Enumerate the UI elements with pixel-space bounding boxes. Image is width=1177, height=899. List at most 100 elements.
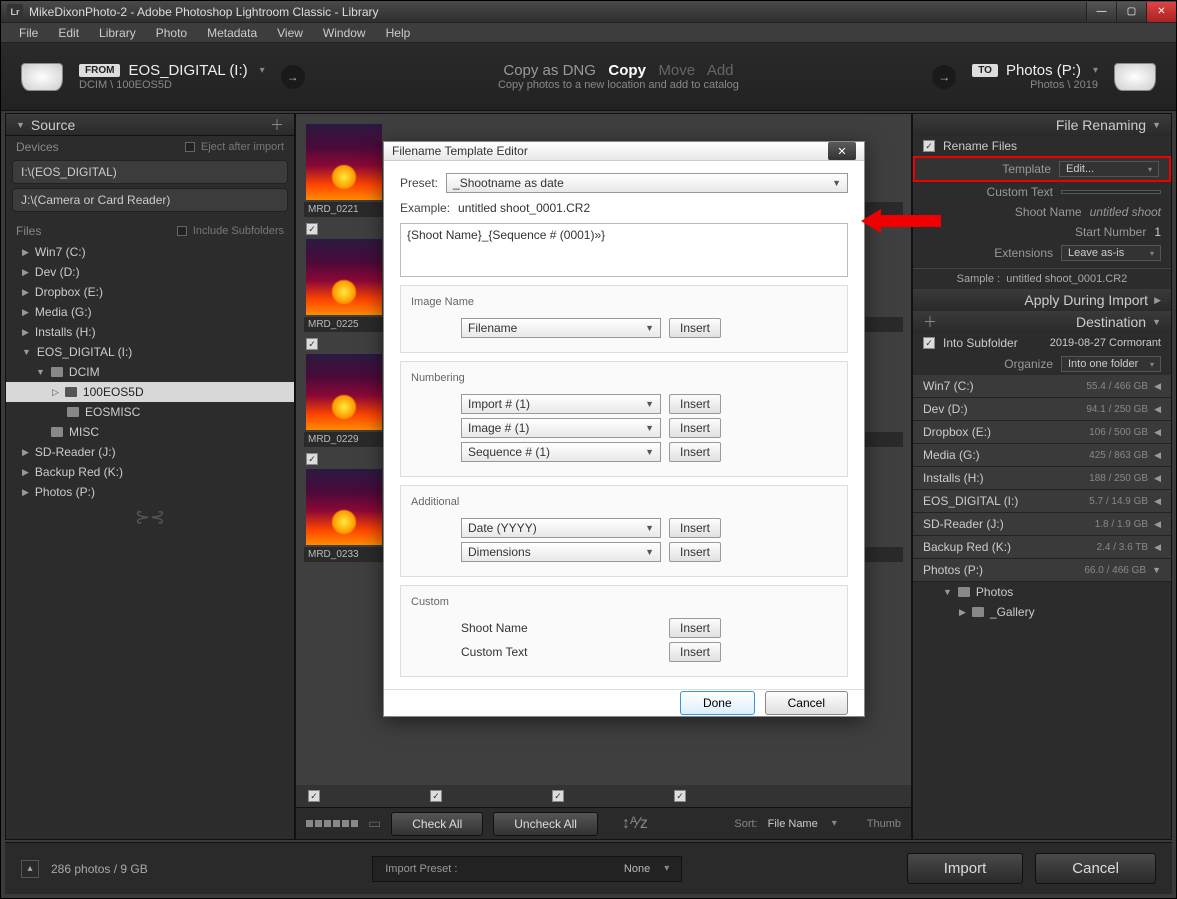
token-textarea[interactable]: {Shoot Name}_{Sequence # (0001)»} [400,223,848,277]
dest-drive[interactable]: Backup Red (K:)2.4 / 3.6 TB◀ [913,536,1171,559]
import-preset-value[interactable]: None [624,863,650,875]
shoot-name-value[interactable]: untitled shoot [1090,205,1161,219]
image-num-select[interactable]: Image # (1)▼ [461,418,661,438]
thumb-checkbox[interactable]: ✓ [306,453,318,465]
rename-files-checkbox[interactable]: ✓ [923,140,935,152]
insert-button[interactable]: Insert [669,394,721,414]
tree-item[interactable]: ▼Photos [913,582,1171,602]
tree-item[interactable]: MISC [6,422,294,442]
maximize-button[interactable]: ▢ [1116,2,1146,22]
uncheck-all-button[interactable]: Uncheck All [493,812,598,836]
copy-mode-selector[interactable]: Copy as DNG Copy Move Add Copy photos to… [321,62,917,91]
mode-copy[interactable]: Copy [608,62,646,79]
mode-add[interactable]: Add [707,62,734,79]
strip-checkbox[interactable]: ✓ [430,790,442,802]
insert-button[interactable]: Insert [669,542,721,562]
tree-item[interactable]: ▶_Gallery [913,602,1171,622]
filename-select[interactable]: Filename▼ [461,318,661,338]
menu-edit[interactable]: Edit [48,24,89,42]
dest-drive[interactable]: Dropbox (E:)106 / 500 GB◀ [913,421,1171,444]
subfolder-checkbox[interactable]: ✓ [923,337,935,349]
subfolder-value[interactable]: 2019-08-27 Cormorant [1050,337,1161,349]
tree-item[interactable]: EOSMISC [6,402,294,422]
dest-drive[interactable]: SD-Reader (J:)1.8 / 1.9 GB◀ [913,513,1171,536]
thumbnail[interactable] [306,469,382,545]
tree-item[interactable]: ▶Win7 (C:) [6,242,294,262]
strip-checkbox[interactable]: ✓ [674,790,686,802]
tree-item[interactable]: ▶Dev (D:) [6,262,294,282]
dest-drive[interactable]: Win7 (C:)55.4 / 466 GB◀ [913,375,1171,398]
thumb-checkbox[interactable]: ✓ [306,338,318,350]
menu-help[interactable]: Help [376,24,421,42]
file-renaming-header[interactable]: File Renaming▼ [913,114,1171,136]
tree-item[interactable]: ▼DCIM [6,362,294,382]
tree-item[interactable]: ▶Photos (P:) [6,482,294,502]
dialog-close-button[interactable]: ✕ [828,142,856,160]
menu-view[interactable]: View [267,24,313,42]
import-num-select[interactable]: Import # (1)▼ [461,394,661,414]
menu-photo[interactable]: Photo [146,24,197,42]
menu-file[interactable]: File [9,24,48,42]
insert-button[interactable]: Insert [669,642,721,662]
dest-drive[interactable]: Installs (H:)188 / 250 GB◀ [913,467,1171,490]
device-row[interactable]: J:\(Camera or Card Reader) [12,188,288,212]
insert-button[interactable]: Insert [669,442,721,462]
organize-select[interactable]: Into one folder▾ [1061,356,1161,372]
import-button[interactable]: Import [907,853,1024,884]
dest-drive[interactable]: EOS_DIGITAL (I:)5.7 / 14.9 GB◀ [913,490,1171,513]
menu-window[interactable]: Window [313,24,376,42]
minimize-button[interactable]: — [1086,2,1116,22]
source-panel-header[interactable]: ▼Source＋ [6,114,294,136]
device-row[interactable]: I:\(EOS_DIGITAL) [12,160,288,184]
sort-order-icon[interactable]: ↕ᴬ⁄ᴢ [622,815,648,833]
strip-checkbox[interactable]: ✓ [552,790,564,802]
template-select[interactable]: Edit...▾ [1059,161,1159,177]
cancel-button[interactable]: Cancel [1035,853,1156,884]
mode-move[interactable]: Move [658,62,695,79]
dest-drive[interactable]: Photos (P:)66.0 / 466 GB▼ [913,559,1171,582]
from-location[interactable]: EOS_DIGITAL (I:) [128,62,247,79]
dest-drive[interactable]: Dev (D:)94.1 / 250 GB◀ [913,398,1171,421]
seq-num-select[interactable]: Sequence # (1)▼ [461,442,661,462]
sort-value[interactable]: File Name [768,818,818,830]
insert-button[interactable]: Insert [669,518,721,538]
add-source-button[interactable]: ＋ [270,115,284,135]
insert-button[interactable]: Insert [669,318,721,338]
expand-up-button[interactable]: ▴ [21,860,39,878]
include-sub-checkbox[interactable] [177,226,187,236]
tree-item[interactable]: ▶Backup Red (K:) [6,462,294,482]
tree-item[interactable]: ▶Installs (H:) [6,322,294,342]
single-view-icon[interactable]: ▭ [368,815,381,832]
check-all-button[interactable]: Check All [391,812,483,836]
thumbnail[interactable] [306,239,382,315]
insert-button[interactable]: Insert [669,618,721,638]
tree-item[interactable]: ▶Media (G:) [6,302,294,322]
cancel-button[interactable]: Cancel [765,691,848,715]
insert-button[interactable]: Insert [669,418,721,438]
date-select[interactable]: Date (YYYY)▼ [461,518,661,538]
tree-item[interactable]: ▶Dropbox (E:) [6,282,294,302]
menu-metadata[interactable]: Metadata [197,24,267,42]
done-button[interactable]: Done [680,691,755,715]
strip-checkbox[interactable]: ✓ [308,790,320,802]
apply-during-import-header[interactable]: Apply During Import▶ [913,289,1171,311]
start-number-value[interactable]: 1 [1154,225,1161,239]
thumbnail[interactable] [306,354,382,430]
tree-item[interactable]: ▼EOS_DIGITAL (I:) [6,342,294,362]
eject-checkbox[interactable] [185,142,195,152]
to-location[interactable]: Photos (P:) [1006,62,1081,79]
dimensions-select[interactable]: Dimensions▼ [461,542,661,562]
dest-drive[interactable]: Media (G:)425 / 863 GB◀ [913,444,1171,467]
tree-item-selected[interactable]: ▷100EOS5D [6,382,294,402]
grid-view-icon[interactable] [306,820,358,827]
close-button[interactable]: ✕ [1146,2,1176,22]
destination-header[interactable]: ＋Destination▼ [913,311,1171,333]
preset-select[interactable]: _Shootname as date▼ [446,173,848,193]
tree-item[interactable]: ▶SD-Reader (J:) [6,442,294,462]
thumb-checkbox[interactable]: ✓ [306,223,318,235]
thumbnail[interactable] [306,124,382,200]
extensions-select[interactable]: Leave as-is▾ [1061,245,1161,261]
custom-text-input[interactable] [1061,190,1161,194]
menu-library[interactable]: Library [89,24,146,42]
mode-dng[interactable]: Copy as DNG [503,62,596,79]
